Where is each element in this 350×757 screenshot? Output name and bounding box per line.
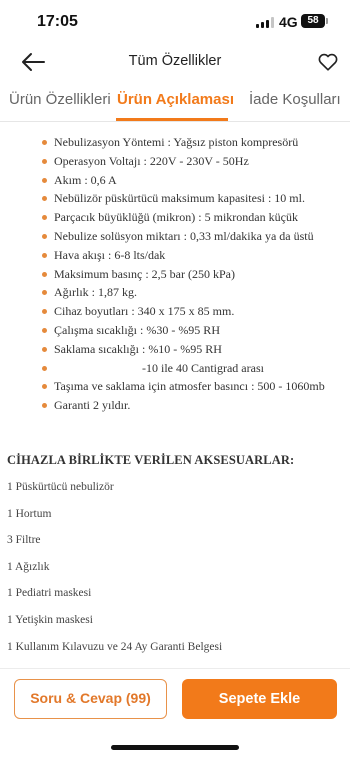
tab-iade-kosullari[interactable]: İade Koşulları [249,91,341,108]
bullet-icon [42,140,47,145]
bullet-icon [42,196,47,202]
bullet-icon [42,158,47,164]
spec-text: Hava akışı : 6-8 lts/dak [54,247,166,262]
tab-bar: Ürün Özellikleri Ürün Açıklaması İade Ko… [0,84,350,122]
network-type: 4G [279,14,298,30]
bottom-action-bar: Soru & Cevap (99) Sepete Ekle [0,668,350,757]
tab-urun-ozellikleri[interactable]: Ürün Özellikleri [9,91,111,108]
spec-item: Nebülizör püskürtücü maksimum kapasitesi… [0,189,350,208]
spec-item: Garanti 2 yıldır. [0,396,350,415]
spec-item: Nebulize solüsyon miktarı : 0,33 ml/daki… [0,227,350,246]
bullet-icon [42,252,47,258]
spec-text: Taşıma ve saklama için atmosfer basıncı … [54,379,325,394]
accessory-item: 1 Pediatri maskesi [7,587,92,600]
spec-text: Çalışma sıcaklığı : %30 - %95 RH [54,322,220,337]
spec-item: Nebulizasyon Yöntemi : Yağsız piston kom… [0,133,350,152]
spec-text: Maksimum basınç : 2,5 bar (250 kPa) [54,266,235,281]
battery-icon: 58 [301,14,325,28]
spec-text: Nebulizasyon Yöntemi : Yağsız piston kom… [54,135,299,149]
bullet-icon [42,384,47,390]
accessory-item: 1 Yetişkin maskesi [7,613,93,626]
spec-item: Akım : 0,6 A [0,171,350,190]
favorite-button[interactable] [317,51,339,73]
spec-item: Cihaz boyutları : 340 x 175 x 85 mm. [0,302,350,321]
spec-item: -10 ile 40 Cantigrad arası [0,359,350,378]
bullet-icon [42,309,47,315]
accessories-title: CİHAZLA BİRLİKTE VERİLEN AKSESUARLAR: [7,453,295,467]
product-description: Nebulizasyon Yöntemi : Yağsız piston kom… [0,124,350,668]
spec-text: Parçacık büyüklüğü (mikron) : 5 mikronda… [54,210,298,225]
spec-item: Ağırlık : 1,87 kg. [0,283,350,302]
bullet-icon [42,271,47,277]
accessories-list: 1 Püskürtücü nebulizör 1 Hortum 3 Filtre… [7,480,222,666]
bullet-icon [42,346,47,352]
add-to-cart-button[interactable]: Sepete Ekle [182,679,337,719]
questions-answers-button[interactable]: Soru & Cevap (99) [14,679,167,719]
accessory-item: 3 Filtre [7,534,41,547]
accessory-item: 1 Kullanım Kılavuzu ve 24 Ay Garanti Bel… [7,640,223,653]
battery-tip [326,18,328,24]
bullet-icon [42,327,47,333]
spec-text: Ağırlık : 1,87 kg. [54,285,137,300]
active-tab-indicator [116,118,228,121]
spec-item: Maksimum basınç : 2,5 bar (250 kPa) [0,265,350,284]
spec-item: Saklama sıcaklığı : %10 - %95 RH [0,340,350,359]
spec-text: Akım : 0,6 A [54,172,117,187]
bullet-icon [42,290,47,296]
spec-text: Garanti 2 yıldır. [54,398,131,413]
spec-item: Parçacık büyüklüğü (mikron) : 5 mikronda… [0,208,350,227]
spec-text: Saklama sıcaklığı : %10 - %95 RH [54,341,222,356]
spec-text: Nebulize solüsyon miktarı : 0,33 ml/daki… [54,228,314,243]
heart-icon [318,53,338,71]
bullet-icon [42,177,47,183]
bullet-icon [42,233,47,239]
spec-text: Operasyon Voltajı : 220V - 230V - 50Hz [54,153,249,168]
accessory-item: 1 Hortum [7,507,52,520]
spec-item: Operasyon Voltajı : 220V - 230V - 50Hz [0,152,350,171]
cellular-signal-icon [256,17,274,28]
page-title: Tüm Özellikler [128,53,222,69]
accessory-item: 1 Ağızlık [7,560,50,573]
spec-list: Nebulizasyon Yöntemi : Yağsız piston kom… [0,133,350,415]
bullet-icon [42,365,47,371]
status-time: 17:05 [37,13,78,30]
bullet-icon [42,403,47,409]
nav-header: Tüm Özellikler [0,44,350,80]
home-indicator[interactable] [111,745,239,750]
tab-urun-aciklamasi[interactable]: Ürün Açıklaması [117,91,234,108]
bullet-icon [42,215,47,221]
accessory-item: 1 Püskürtücü nebulizör [7,481,114,493]
status-bar: 17:05 4G 58 [0,0,350,44]
spec-text: -10 ile 40 Cantigrad arası [142,360,264,375]
spec-item: Çalışma sıcaklığı : %30 - %95 RH [0,321,350,340]
spec-item: Hava akışı : 6-8 lts/dak [0,246,350,265]
spec-text: Nebülizör püskürtücü maksimum kapasitesi… [54,191,305,206]
spec-text: Cihaz boyutları : 340 x 175 x 85 mm. [54,304,235,319]
spec-item: Taşıma ve saklama için atmosfer basıncı … [0,377,350,396]
